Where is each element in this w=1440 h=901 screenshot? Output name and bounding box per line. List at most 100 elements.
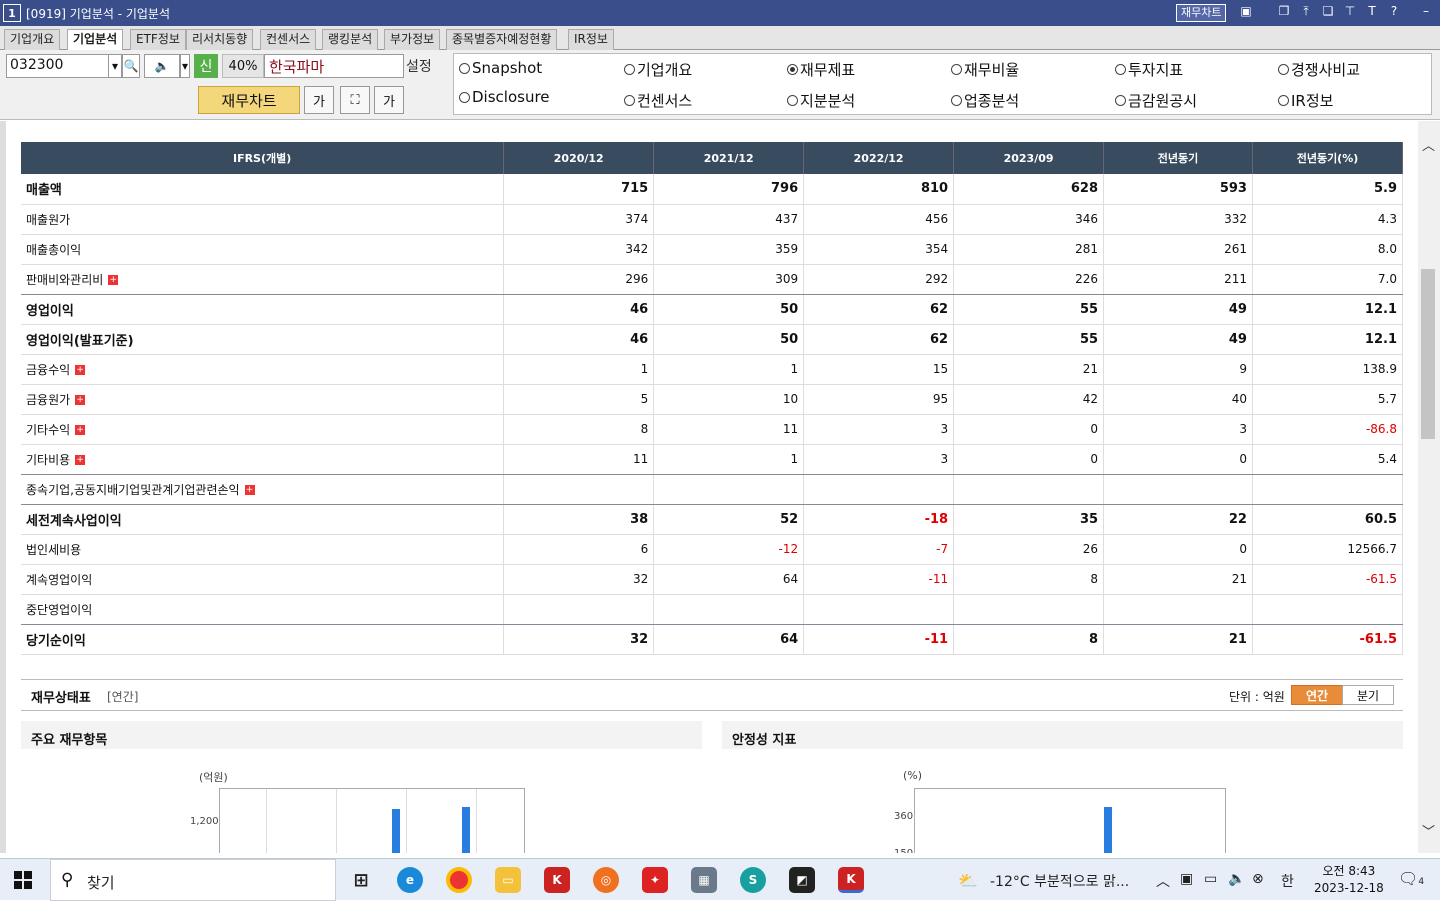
radio-equity-analysis[interactable]: 지분분석 xyxy=(787,90,855,111)
help-icon[interactable]: ? xyxy=(1386,4,1402,19)
pin-icon[interactable]: ⊤ xyxy=(1342,4,1358,19)
trading-app-active-icon[interactable]: K xyxy=(838,867,864,893)
radio-label: IR정보 xyxy=(1291,92,1334,110)
radio-consensus[interactable]: 컨센서스 xyxy=(624,90,692,111)
expand-plus-icon[interactable]: + xyxy=(75,395,86,405)
font-down-label: 가 xyxy=(313,94,325,110)
radio-competitor[interactable]: 경쟁사비교 xyxy=(1278,59,1360,80)
value-cell xyxy=(503,474,655,505)
radio-ir-info[interactable]: IR정보 xyxy=(1278,90,1333,111)
tab-etf[interactable]: ETF정보 xyxy=(130,29,186,50)
calculator-icon[interactable]: ▦ xyxy=(691,867,717,893)
fit-screen-icon[interactable]: ⛶ xyxy=(340,86,370,114)
chrome-icon[interactable] xyxy=(446,867,472,893)
value-cell: 8.0 xyxy=(1252,234,1404,265)
value-cell: 628 xyxy=(953,174,1105,205)
value-cell: 60.5 xyxy=(1252,504,1404,535)
radio-investment-index[interactable]: 투자지표 xyxy=(1115,59,1183,80)
weather-icon[interactable]: ⛅ xyxy=(958,871,978,890)
value-cell: 715 xyxy=(503,174,655,205)
windows-start-icon[interactable] xyxy=(14,871,32,889)
stability-panel-title: 안정성 지표 xyxy=(722,721,1403,749)
camera-icon[interactable]: ▣ xyxy=(1180,871,1193,887)
speaker-dropdown-icon[interactable]: ▾ xyxy=(180,54,190,78)
radio-snapshot[interactable]: Snapshot xyxy=(459,59,542,77)
font-down-button[interactable]: 가 xyxy=(304,86,334,114)
table-row: 중단영업이익 xyxy=(21,594,1404,625)
value-cell: 281 xyxy=(953,234,1105,265)
trading-app-icon[interactable]: K xyxy=(544,867,570,893)
radio-company-overview[interactable]: 기업개요 xyxy=(624,59,692,80)
radio-disclosure[interactable]: Disclosure xyxy=(459,88,550,106)
box-icon[interactable]: ▣ xyxy=(1238,4,1254,19)
radio-label: 재무비율 xyxy=(964,61,1020,79)
finchart-button[interactable]: 재무차트 xyxy=(198,86,300,114)
settings-button[interactable]: 설정 xyxy=(406,56,432,76)
row-label: 영업이익(발표기준) xyxy=(26,333,134,349)
scroll-down-icon[interactable]: ﹀ xyxy=(1422,821,1435,840)
radio-industry-analysis[interactable]: 업종분석 xyxy=(951,90,1019,111)
row-label-cell: 금융원가 + xyxy=(21,384,505,415)
value-cell: 359 xyxy=(653,234,805,265)
edge-icon[interactable]: e xyxy=(397,867,423,893)
radio-fss-disclosure[interactable]: 금감원공시 xyxy=(1115,90,1197,111)
tab-consensus[interactable]: 컨센서스 xyxy=(260,29,317,50)
annual-toggle[interactable]: 연간 xyxy=(1291,685,1343,705)
scroll-thumb[interactable] xyxy=(1421,269,1435,439)
code-dropdown-icon[interactable]: ▾ xyxy=(108,54,122,78)
weather-text[interactable]: -12°C 부분적으로 맑... xyxy=(990,871,1129,891)
tab-company-overview[interactable]: 기업개요 xyxy=(4,29,61,50)
search-icon[interactable]: 🔍 xyxy=(122,54,140,78)
font-up-button[interactable]: 가 xyxy=(374,86,404,114)
expand-plus-icon[interactable]: + xyxy=(75,365,86,375)
close-circle-icon[interactable]: ⊗ xyxy=(1252,871,1264,887)
vertical-scrollbar[interactable]: ︿ ﹀ xyxy=(1418,121,1440,853)
quarter-toggle[interactable]: 분기 xyxy=(1342,685,1394,705)
tab-capital-increase[interactable]: 종목별증자예정현황 xyxy=(446,29,558,50)
radio-financial-statements[interactable]: 재무제표 xyxy=(787,59,855,80)
app-icon: 1 xyxy=(3,4,21,22)
tab-company-analysis[interactable]: 기업분석 xyxy=(67,29,124,51)
tab-extra-info[interactable]: 부가정보 xyxy=(384,29,441,50)
value-cell: 32 xyxy=(503,564,655,595)
file-explorer-icon[interactable]: ▭ xyxy=(495,867,521,893)
speaker-icon[interactable]: 🔈 xyxy=(144,54,180,78)
app-icon-3[interactable]: ✦ xyxy=(642,867,668,893)
value-cell xyxy=(1103,474,1253,505)
task-view-icon[interactable]: ⊞ xyxy=(348,867,374,893)
tab-ranking[interactable]: 랭킹분석 xyxy=(322,29,379,50)
stock-code-input[interactable]: 032300 xyxy=(6,54,110,78)
window-icon[interactable]: ❏ xyxy=(1320,4,1336,19)
value-cell: -18 xyxy=(803,504,955,535)
volume-icon[interactable]: 🔈 xyxy=(1228,871,1245,887)
expand-plus-icon[interactable]: + xyxy=(244,485,255,495)
company-name[interactable]: 한국파마 xyxy=(264,54,404,78)
ime-indicator[interactable]: 한 xyxy=(1281,871,1294,891)
network-icon[interactable]: ▭ xyxy=(1204,871,1217,887)
value-cell: 11 xyxy=(653,414,805,445)
radio-financial-ratio[interactable]: 재무비율 xyxy=(951,59,1019,80)
text-icon[interactable]: T xyxy=(1364,4,1380,19)
restore-icon[interactable]: ❐ xyxy=(1276,4,1292,19)
scroll-up-icon[interactable]: ︿ xyxy=(1422,135,1435,154)
minimize-icon[interactable]: – xyxy=(1418,4,1434,19)
app-icon-4[interactable]: S xyxy=(740,867,766,893)
tab-research[interactable]: 리서치동향 xyxy=(186,29,254,50)
upload-icon[interactable]: ⤒ xyxy=(1298,4,1314,19)
app-icon-2[interactable]: ◎ xyxy=(593,867,619,893)
chevron-up-icon[interactable]: ︿ xyxy=(1156,871,1170,891)
expand-plus-icon[interactable]: + xyxy=(75,425,86,435)
tab-ir[interactable]: IR정보 xyxy=(568,29,614,50)
expand-plus-icon[interactable]: + xyxy=(75,455,86,465)
radio-label: 지분분석 xyxy=(800,92,856,110)
margin-rate: 40% xyxy=(222,54,264,78)
value-cell: -11 xyxy=(803,624,955,655)
clock[interactable]: 오전 8:43 2023-12-18 xyxy=(1314,863,1384,897)
taskbar-search[interactable]: ⚲ 찾기 xyxy=(50,859,336,901)
expand-plus-icon[interactable]: + xyxy=(108,275,119,285)
table-row: 금융원가 +5 10 95 42 40 5.7 xyxy=(21,384,1404,415)
row-label-cell: 계속영업이익 xyxy=(21,564,505,595)
notification-icon[interactable]: 🗨4 xyxy=(1398,869,1424,888)
sticky-notes-icon[interactable]: ◩ xyxy=(789,867,815,893)
finchart-title-button[interactable]: 재무차트 xyxy=(1176,4,1227,22)
